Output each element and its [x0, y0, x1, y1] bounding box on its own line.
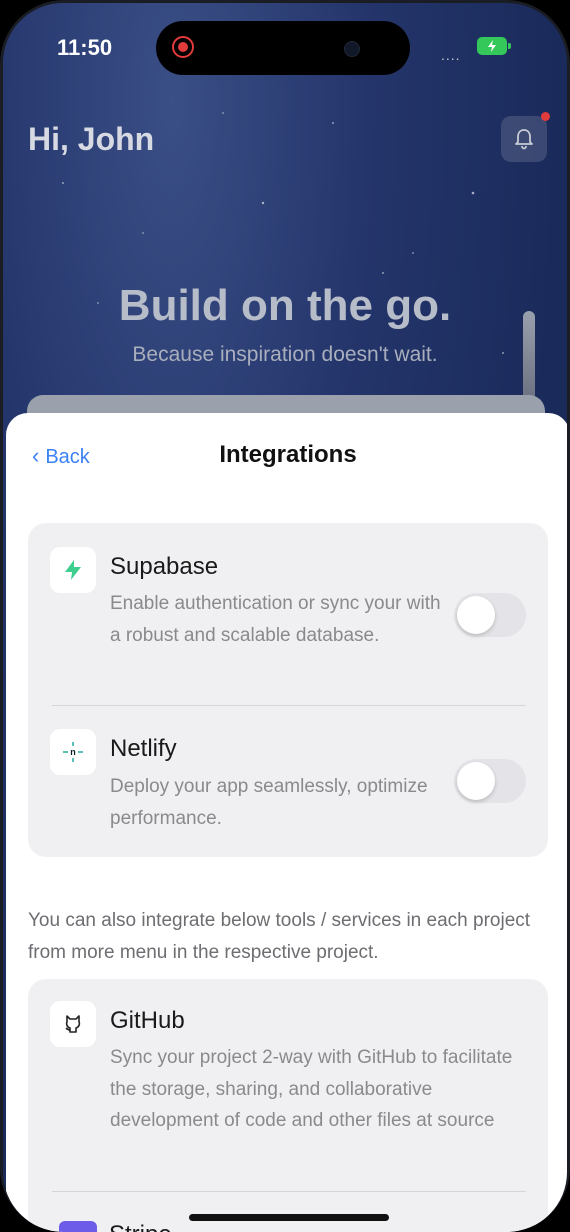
camera-icon [344, 41, 360, 57]
hero-title: Build on the go. [118, 281, 452, 330]
hero-subtitle: Because inspiration doesn't wait. [132, 343, 438, 366]
netlify-description: Deploy your app seamlessly, optimize per… [110, 776, 428, 829]
bell-icon [515, 129, 533, 150]
github-icon [50, 1001, 96, 1047]
integrations-note: You can also integrate below tools / ser… [28, 910, 531, 963]
greeting: Hi, John [28, 121, 155, 157]
divider [52, 705, 526, 706]
netlify-icon: n [50, 729, 96, 775]
connected-integrations-card: Supabase Enable authentication or sync y… [28, 523, 548, 857]
supabase-icon [50, 547, 96, 593]
github-name: GitHub [110, 1007, 185, 1034]
supabase-toggle[interactable] [454, 593, 526, 637]
battery-charging-icon [477, 37, 511, 55]
stripe-name: Stripe [109, 1221, 172, 1232]
notification-badge [541, 112, 550, 121]
divider [52, 1191, 526, 1192]
rocket-illustration [523, 311, 535, 401]
home-indicator[interactable] [189, 1214, 389, 1221]
toggle-knob [457, 762, 495, 800]
supabase-description: Enable authentication or sync your with … [110, 593, 441, 646]
notifications-button[interactable] [501, 116, 547, 162]
recording-icon [172, 36, 194, 58]
github-description: Sync your project 2-way with GitHub to f… [110, 1047, 513, 1131]
screen: 11:50 .... Hi, John Build on the go. Bec… [3, 3, 567, 1232]
project-tools-card: GitHub Sync your project 2-way with GitH… [28, 979, 548, 1232]
netlify-name: Netlify [110, 735, 177, 762]
device-frame: 11:50 .... Hi, John Build on the go. Bec… [0, 0, 570, 1232]
status-time: 11:50 [57, 35, 113, 60]
dynamic-island [156, 21, 410, 75]
supabase-name: Supabase [110, 553, 219, 580]
svg-text:n: n [70, 747, 76, 757]
stripe-icon [59, 1221, 97, 1232]
sheet-title: Integrations [219, 441, 357, 468]
toggle-knob [457, 596, 495, 634]
netlify-toggle[interactable] [454, 759, 526, 803]
signal-icon: .... [441, 47, 461, 63]
integrations-sheet: ‹ Back Integrations Supabase Enable authe… [6, 413, 567, 1232]
